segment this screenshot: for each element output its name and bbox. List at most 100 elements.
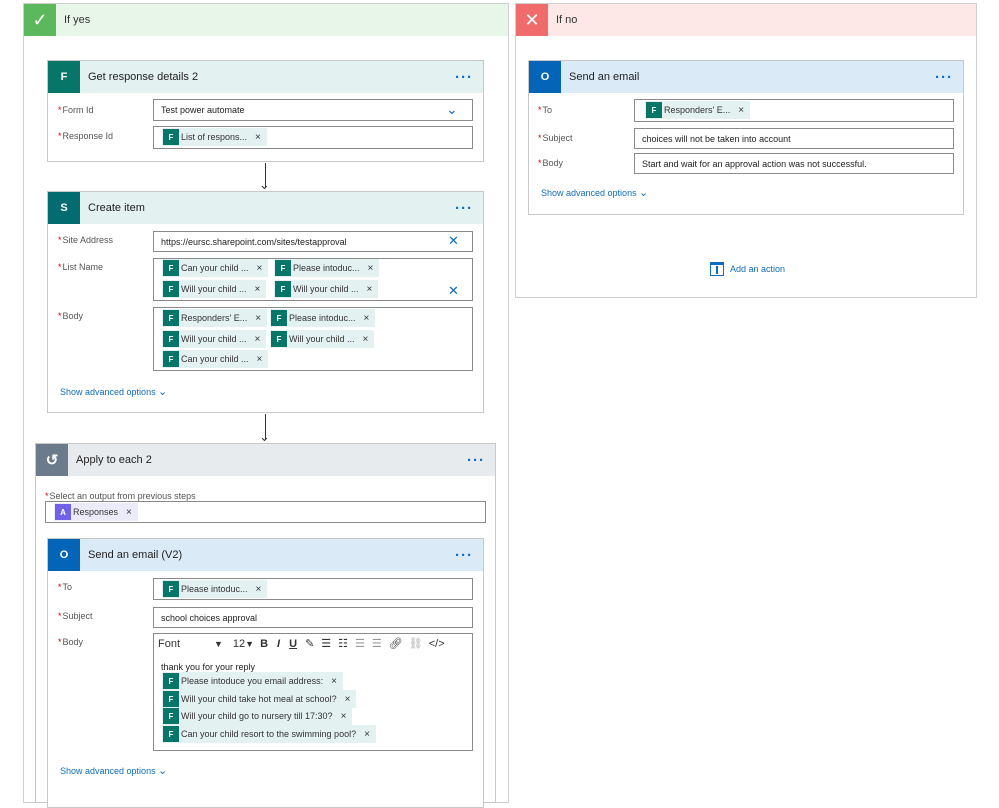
responses-token[interactable]: A Responses × (54, 503, 138, 521)
forms-token-icon: F (163, 726, 179, 742)
subject-field[interactable]: choices will not be taken into account (634, 128, 954, 149)
site-address-field[interactable]: https://eursc.sharepoint.com/sites/testa… (153, 231, 473, 252)
remove-token-icon[interactable]: × (257, 354, 263, 365)
add-action-label: Add an action (730, 264, 786, 274)
chevron-down-icon[interactable]: ⌄ (446, 101, 458, 118)
loop-icon: ↺ (36, 444, 68, 476)
forms-token-icon: F (163, 581, 179, 597)
remove-token-icon[interactable]: × (255, 334, 261, 345)
more-options-icon[interactable]: ··· (455, 69, 473, 86)
forms-token-icon: F (163, 281, 179, 297)
list-name-token[interactable]: F Can your child ... × (162, 259, 269, 277)
link-icon[interactable]: 🔗︎ (389, 637, 403, 650)
chevron-down-icon[interactable]: ⌄ (158, 385, 167, 398)
forms-token-icon: F (163, 310, 179, 326)
remove-token-icon[interactable]: × (255, 284, 261, 295)
if-no-header[interactable]: ✕ If no (516, 4, 976, 36)
underline-icon[interactable]: U (289, 638, 297, 650)
forms-icon: F (48, 61, 80, 93)
remove-token-icon[interactable]: × (255, 132, 261, 143)
font-select[interactable]: Font (158, 638, 214, 650)
code-view-icon[interactable]: </> (429, 638, 445, 650)
clear-icon[interactable]: ✕ (448, 283, 459, 299)
list-name-token[interactable]: F Will your child ... × (162, 280, 267, 298)
send-email-v2-header[interactable]: O Send an email (V2) ··· (48, 539, 483, 571)
body-token[interactable]: F Can your child resort to the swimming … (162, 725, 376, 743)
remove-token-icon[interactable]: × (257, 263, 263, 274)
if-yes-header[interactable]: ✓ If yes (24, 4, 508, 36)
remove-token-icon[interactable]: × (368, 263, 374, 274)
apply-to-each-header[interactable]: ↺ Apply to each 2 ··· (36, 444, 495, 476)
get-response-header[interactable]: F Get response details 2 ··· (48, 61, 483, 93)
more-options-icon[interactable]: ··· (455, 200, 473, 217)
more-options-icon[interactable]: ··· (455, 547, 473, 564)
body-token[interactable]: F Will your child take hot meal at schoo… (162, 690, 357, 708)
form-id-dropdown[interactable]: Test power automate (153, 99, 473, 121)
list-name-token[interactable]: F Will your child ... × (274, 280, 379, 298)
body-token[interactable]: F Please intoduc... × (270, 309, 376, 327)
remove-token-icon[interactable]: × (126, 507, 132, 518)
forms-token-icon: F (163, 260, 179, 276)
forms-token-icon: F (271, 331, 287, 347)
list-name-token[interactable]: F Please intoduc... × (274, 259, 380, 277)
chevron-down-icon[interactable]: ▼ (245, 639, 254, 649)
bullet-list-icon[interactable]: ☰ (321, 637, 331, 650)
chevron-down-icon[interactable]: ⌄ (158, 764, 167, 777)
if-yes-label: If yes (64, 14, 91, 26)
body-token[interactable]: F Will your child ... × (270, 330, 375, 348)
remove-token-icon[interactable]: × (331, 676, 337, 687)
forms-token-icon: F (275, 260, 291, 276)
remove-token-icon[interactable]: × (364, 729, 370, 740)
create-item-header[interactable]: S Create item ··· (48, 192, 483, 224)
highlight-icon[interactable]: ✎ (305, 637, 314, 650)
subject-label: *Subject (538, 133, 573, 143)
outlook-icon: O (48, 539, 80, 571)
italic-icon[interactable]: I (277, 638, 280, 650)
add-action-button[interactable]: Add an action (710, 262, 785, 276)
clear-icon[interactable]: ✕ (448, 233, 459, 249)
show-advanced-options-link[interactable]: Show advanced options (60, 766, 156, 776)
body-token[interactable]: F Responders' E... × (162, 309, 268, 327)
remove-token-icon[interactable]: × (255, 313, 261, 324)
get-response-card: F Get response details 2 ··· *Form Id Te… (47, 60, 484, 162)
remove-token-icon[interactable]: × (341, 711, 347, 722)
forms-token-icon: F (163, 708, 179, 724)
more-options-icon[interactable]: ··· (935, 69, 953, 86)
subject-field[interactable]: school choices approval (153, 607, 473, 628)
remove-token-icon[interactable]: × (256, 584, 262, 595)
chevron-down-icon[interactable]: ⌄ (639, 186, 648, 199)
add-action-icon (710, 262, 724, 276)
remove-token-icon[interactable]: × (367, 284, 373, 295)
forms-token-icon: F (275, 281, 291, 297)
remove-token-icon[interactable]: × (738, 105, 744, 116)
chevron-down-icon[interactable]: ▼ (214, 639, 223, 649)
bold-icon[interactable]: B (260, 638, 268, 650)
remove-token-icon[interactable]: × (364, 313, 370, 324)
unlink-icon[interactable]: ⛓︎ (409, 637, 423, 650)
body-field[interactable]: Start and wait for an approval action wa… (634, 153, 954, 174)
more-options-icon[interactable]: ··· (467, 452, 485, 469)
site-address-label: *Site Address (58, 235, 114, 245)
show-advanced-options-link[interactable]: Show advanced options (60, 387, 156, 397)
to-token[interactable]: F Responders' E... × (645, 101, 751, 119)
subject-label: *Subject (58, 611, 93, 621)
remove-token-icon[interactable]: × (345, 694, 351, 705)
increase-indent-icon[interactable]: ☰ (372, 637, 382, 650)
to-label: *To (58, 582, 73, 592)
list-name-label: *List Name (58, 262, 104, 272)
to-token[interactable]: F Please intoduc... × (162, 580, 268, 598)
numbered-list-icon[interactable]: ☷ (338, 637, 348, 650)
decrease-indent-icon[interactable]: ☰ (355, 637, 365, 650)
send-email-v2-card: O Send an email (V2) ··· *To F Please in… (47, 538, 484, 808)
response-id-token[interactable]: F List of respons... × (162, 128, 267, 146)
forms-token-icon: F (163, 673, 179, 689)
body-token[interactable]: F Will your child ... × (162, 330, 267, 348)
send-email-header[interactable]: O Send an email ··· (529, 61, 963, 93)
body-token[interactable]: F Can your child ... × (162, 350, 269, 368)
remove-token-icon[interactable]: × (363, 334, 369, 345)
body-token[interactable]: F Please intoduce you email address: × (162, 672, 343, 690)
font-size-select[interactable]: 12 (233, 638, 245, 650)
to-label: *To (538, 105, 553, 115)
show-advanced-options-link[interactable]: Show advanced options (541, 188, 637, 198)
body-token[interactable]: F Will your child go to nursery till 17:… (162, 707, 353, 725)
